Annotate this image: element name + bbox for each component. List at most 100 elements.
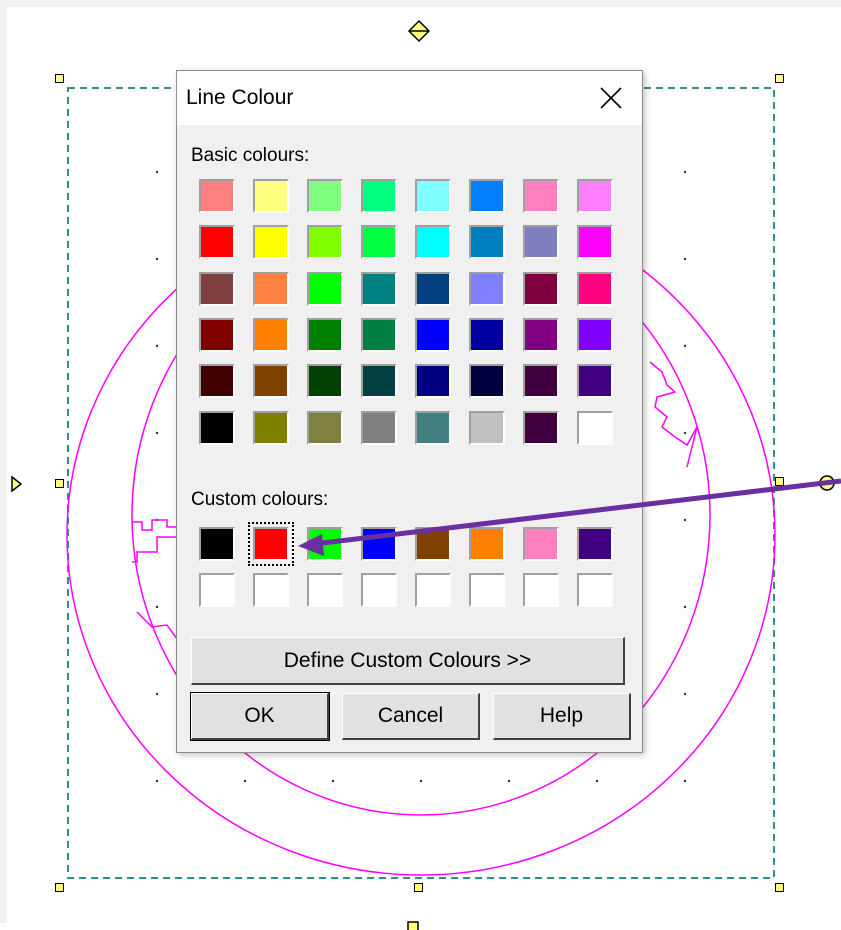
define-custom-colours-button[interactable]: Define Custom Colours >> — [191, 637, 625, 685]
basic-colours-label: Basic colours: — [191, 145, 310, 166]
basic-colour-swatch[interactable] — [577, 317, 613, 352]
basic-colour-swatch[interactable] — [199, 410, 235, 445]
custom-colour-swatch[interactable] — [415, 573, 451, 607]
grid-dot — [683, 257, 687, 261]
grid-dot — [155, 692, 159, 696]
basic-colour-swatch[interactable] — [415, 317, 451, 352]
basic-colour-swatch[interactable] — [361, 225, 397, 260]
basic-colour-swatch[interactable] — [361, 317, 397, 352]
dialog-titlebar[interactable]: Line Colour — [177, 71, 642, 125]
shape-outline-right — [649, 361, 698, 468]
custom-colour-swatch[interactable] — [415, 527, 451, 561]
basic-colour-swatch[interactable] — [199, 317, 235, 352]
right-node-icon — [819, 475, 835, 491]
basic-colour-swatch[interactable] — [307, 410, 343, 445]
basic-colour-swatch[interactable] — [415, 364, 451, 399]
basic-colour-swatch[interactable] — [253, 410, 289, 445]
grid-dot — [507, 779, 511, 783]
basic-colour-swatch[interactable] — [469, 410, 505, 445]
basic-colour-swatch[interactable] — [307, 364, 343, 399]
grid-dot — [683, 344, 687, 348]
resize-handle-bottom-left[interactable] — [55, 883, 64, 892]
custom-colour-swatch[interactable] — [199, 527, 235, 561]
resize-handle-middle-left[interactable] — [55, 479, 64, 488]
grid-dot — [595, 779, 599, 783]
basic-colour-swatch[interactable] — [361, 179, 397, 213]
basic-colour-swatch[interactable] — [523, 225, 559, 260]
basic-colour-swatch[interactable] — [469, 364, 505, 399]
resize-handle-top-right[interactable] — [775, 74, 784, 83]
basic-colour-swatch[interactable] — [577, 271, 613, 306]
basic-colour-swatch[interactable] — [307, 317, 343, 352]
basic-colour-swatch[interactable] — [469, 271, 505, 306]
basic-colour-swatch[interactable] — [253, 225, 289, 260]
basic-colour-swatch[interactable] — [523, 179, 559, 213]
custom-colour-swatch[interactable] — [253, 573, 289, 607]
basic-colour-swatch[interactable] — [469, 225, 505, 260]
shape-outline-left — [132, 519, 178, 563]
cancel-button[interactable]: Cancel — [342, 693, 480, 740]
resize-handle-top-left[interactable] — [55, 74, 64, 83]
custom-colour-swatch[interactable] — [523, 573, 559, 607]
basic-colour-swatch[interactable] — [577, 410, 613, 445]
basic-colour-swatch[interactable] — [361, 271, 397, 306]
custom-colour-swatch[interactable] — [307, 573, 343, 607]
custom-colour-swatch-selected[interactable] — [248, 522, 294, 566]
basic-colour-swatch[interactable] — [577, 364, 613, 399]
grid-dot — [683, 431, 687, 435]
basic-colour-swatch[interactable] — [253, 179, 289, 213]
grid-dot — [155, 605, 159, 609]
basic-colour-swatch[interactable] — [361, 364, 397, 399]
basic-colour-swatch[interactable] — [523, 410, 559, 445]
custom-colour-swatch[interactable] — [469, 573, 505, 607]
grid-dot — [155, 257, 159, 261]
basic-colour-swatch[interactable] — [469, 317, 505, 352]
close-icon — [600, 87, 622, 109]
line-colour-dialog: Line Colour Basic colours: Custom colour… — [176, 70, 643, 753]
grid-dot — [155, 431, 159, 435]
basic-colour-swatch[interactable] — [523, 317, 559, 352]
basic-colour-swatch[interactable] — [415, 410, 451, 445]
basic-colour-swatch[interactable] — [307, 225, 343, 260]
basic-colour-swatch[interactable] — [577, 225, 613, 260]
basic-colour-swatch[interactable] — [523, 364, 559, 399]
custom-colour-swatch[interactable] — [307, 527, 343, 561]
grid-dot — [419, 779, 423, 783]
basic-colour-swatch[interactable] — [415, 225, 451, 260]
basic-colour-swatch[interactable] — [199, 364, 235, 399]
rotate-handle-icon[interactable] — [407, 19, 431, 43]
basic-colour-swatch[interactable] — [415, 271, 451, 306]
basic-colour-swatch[interactable] — [577, 179, 613, 213]
grid-dot — [331, 779, 335, 783]
basic-colour-swatch[interactable] — [199, 225, 235, 260]
basic-colour-swatch[interactable] — [253, 317, 289, 352]
ok-button[interactable]: OK — [190, 692, 330, 741]
custom-colour-swatch[interactable] — [577, 573, 613, 607]
custom-colour-swatch[interactable] — [361, 527, 397, 561]
custom-colour-swatch[interactable] — [577, 527, 613, 561]
basic-colour-swatch[interactable] — [523, 271, 559, 306]
basic-colour-swatch[interactable] — [253, 364, 289, 399]
help-button[interactable]: Help — [493, 693, 631, 740]
custom-colour-swatch[interactable] — [523, 527, 559, 561]
basic-colour-swatch[interactable] — [307, 179, 343, 213]
dialog-title: Line Colour — [186, 86, 294, 109]
basic-colour-swatch[interactable] — [253, 271, 289, 306]
basic-colour-swatch[interactable] — [415, 179, 451, 213]
resize-handle-bottom-middle[interactable] — [414, 883, 423, 892]
basic-colour-swatch[interactable] — [361, 410, 397, 445]
close-button[interactable] — [580, 71, 642, 125]
grid-dot — [683, 779, 687, 783]
custom-colour-swatch[interactable] — [361, 573, 397, 607]
custom-colour-swatch[interactable] — [199, 573, 235, 607]
resize-handle-bottom-right[interactable] — [775, 883, 784, 892]
basic-colour-swatch[interactable] — [199, 271, 235, 306]
basic-colour-swatch[interactable] — [199, 179, 235, 213]
custom-colour-swatch[interactable] — [469, 527, 505, 561]
basic-colour-swatch[interactable] — [469, 179, 505, 213]
resize-handle-middle-right[interactable] — [775, 477, 784, 486]
custom-colours-label: Custom colours: — [191, 489, 329, 510]
grid-dot — [683, 170, 687, 174]
grid-dot — [155, 779, 159, 783]
basic-colour-swatch[interactable] — [307, 271, 343, 306]
